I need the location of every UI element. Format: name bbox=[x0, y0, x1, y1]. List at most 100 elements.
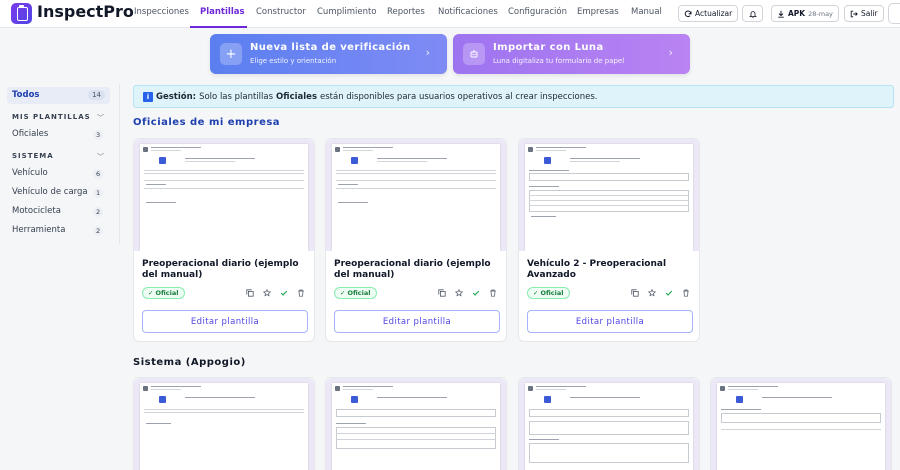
new-checklist-card[interactable]: + Nueva lista de verificación Elige esti… bbox=[210, 34, 447, 74]
copy-icon[interactable] bbox=[438, 289, 446, 297]
apk-download-button[interactable]: APK 28-may bbox=[771, 5, 839, 22]
template-card[interactable] bbox=[710, 377, 892, 470]
sidebar-item-count: 6 bbox=[93, 169, 104, 179]
nav-reportes[interactable]: Reportes bbox=[387, 7, 425, 17]
badge-label: Oficial bbox=[347, 289, 371, 297]
star-icon[interactable] bbox=[648, 289, 656, 297]
logout-icon bbox=[850, 10, 858, 17]
new-checklist-title: Nueva lista de verificación bbox=[250, 42, 411, 53]
chevron-right-icon: › bbox=[668, 46, 673, 59]
trash-icon[interactable] bbox=[297, 289, 305, 297]
sidebar-item-count: 14 bbox=[88, 90, 105, 100]
template-card[interactable]: Preoperacional diario (ejemplo del manua… bbox=[133, 138, 315, 342]
template-card[interactable] bbox=[518, 377, 700, 470]
trash-icon[interactable] bbox=[682, 289, 690, 297]
badge-label: Oficial bbox=[155, 289, 179, 297]
copy-icon[interactable] bbox=[631, 289, 639, 297]
refresh-label: Actualizar bbox=[695, 9, 733, 18]
edit-template-button[interactable]: Editar plantilla bbox=[334, 310, 500, 333]
template-card[interactable] bbox=[133, 377, 315, 470]
nav-configuracion[interactable]: Configuración bbox=[508, 7, 567, 17]
import-luna-title: Importar con Luna bbox=[493, 42, 604, 53]
check-icon: ✓ bbox=[533, 289, 539, 297]
sidebar-item-vehiculo[interactable]: Vehículo bbox=[12, 168, 48, 178]
badge-label: Oficial bbox=[540, 289, 564, 297]
trash-icon[interactable] bbox=[489, 289, 497, 297]
user-menu-button[interactable] bbox=[888, 3, 900, 24]
plus-icon: + bbox=[220, 43, 242, 65]
edit-template-button[interactable]: Editar plantilla bbox=[142, 310, 308, 333]
sidebar-item-count: 2 bbox=[93, 207, 104, 217]
import-luna-card[interactable]: Importar con Luna Luna digitaliza tu for… bbox=[453, 34, 690, 74]
template-thumbnail bbox=[711, 378, 891, 470]
new-checklist-subtitle: Elige estilo y orientación bbox=[250, 57, 337, 65]
status-badge: ✓ Oficial bbox=[527, 287, 570, 299]
chevron-right-icon: › bbox=[425, 46, 430, 59]
template-thumbnail bbox=[326, 378, 506, 470]
template-title: Vehículo 2 - Preoperacional Avanzado bbox=[527, 259, 667, 280]
chevron-down-icon[interactable]: ﹀ bbox=[97, 152, 104, 162]
nav-manual[interactable]: Manual bbox=[631, 7, 662, 17]
nav-constructor[interactable]: Constructor bbox=[256, 7, 306, 17]
status-badge: ✓ Oficial bbox=[334, 287, 377, 299]
check-icon[interactable] bbox=[665, 289, 673, 297]
logout-button[interactable]: Salir bbox=[844, 5, 884, 22]
sidebar-item-count: 2 bbox=[93, 226, 104, 236]
refresh-icon bbox=[684, 10, 692, 17]
nav-cumplimiento[interactable]: Cumplimiento bbox=[317, 7, 377, 17]
sidebar-item-label: Todos bbox=[12, 90, 40, 100]
sidebar-item-todos[interactable]: Todos 14 bbox=[7, 87, 110, 104]
star-icon[interactable] bbox=[263, 289, 271, 297]
apk-label: APK bbox=[788, 9, 806, 18]
notifications-button[interactable] bbox=[742, 5, 763, 22]
status-badge: ✓ Oficial bbox=[142, 287, 185, 299]
bell-icon bbox=[748, 10, 757, 18]
info-icon: i bbox=[143, 91, 153, 102]
app-name[interactable]: InspectPro bbox=[37, 2, 134, 21]
check-icon[interactable] bbox=[280, 289, 288, 297]
check-icon: ✓ bbox=[148, 289, 154, 297]
template-thumbnail bbox=[519, 139, 699, 251]
nav-plantillas[interactable]: Plantillas bbox=[200, 7, 245, 17]
banner-text-before: Solo las plantillas bbox=[199, 91, 274, 102]
sidebar-item-herramienta[interactable]: Herramienta bbox=[12, 225, 65, 235]
copy-icon[interactable] bbox=[246, 289, 254, 297]
refresh-button[interactable]: Actualizar bbox=[678, 5, 739, 22]
sidebar-section-sistema: SISTEMA bbox=[12, 152, 54, 160]
template-thumbnail bbox=[519, 378, 699, 470]
template-card[interactable]: Preoperacional diario (ejemplo del manua… bbox=[325, 138, 507, 342]
star-icon[interactable] bbox=[455, 289, 463, 297]
chevron-down-icon[interactable]: ﹀ bbox=[97, 113, 104, 123]
template-card[interactable]: Vehículo 2 - Preoperacional Avanzado ✓ O… bbox=[518, 138, 700, 342]
inspectpro-logo-icon[interactable] bbox=[11, 3, 32, 24]
info-banner: i Gestión: Solo las plantillas Oficiales… bbox=[133, 85, 894, 108]
edit-template-button[interactable]: Editar plantilla bbox=[527, 310, 693, 333]
template-title: Preoperacional diario (ejemplo del manua… bbox=[142, 259, 299, 280]
import-luna-subtitle: Luna digitaliza tu formulario de papel bbox=[493, 57, 625, 65]
sidebar-divider bbox=[119, 84, 120, 244]
card-actions bbox=[246, 289, 305, 297]
nav-empresas[interactable]: Empresas bbox=[577, 7, 619, 17]
sidebar-item-vehiculo-de-carga[interactable]: Vehículo de carga bbox=[12, 187, 88, 197]
sidebar-item-count: 3 bbox=[93, 130, 104, 140]
card-actions bbox=[438, 289, 497, 297]
template-card[interactable] bbox=[325, 377, 507, 470]
card-actions bbox=[631, 289, 690, 297]
template-title: Preoperacional diario (ejemplo del manua… bbox=[334, 259, 491, 280]
section-title-sistema: Sistema (Appogio) bbox=[133, 357, 246, 368]
sidebar-item-motocicleta[interactable]: Motocicleta bbox=[12, 206, 61, 216]
luna-icon bbox=[463, 43, 485, 65]
top-navigation-bar: InspectPro Inspecciones Plantillas Const… bbox=[0, 0, 900, 28]
sidebar-item-oficiales[interactable]: Oficiales bbox=[12, 129, 48, 139]
nav-notificaciones[interactable]: Notificaciones bbox=[438, 7, 498, 17]
banner-text-after: están disponibles para usuarios operativ… bbox=[320, 91, 598, 102]
section-title-oficiales: Oficiales de mi empresa bbox=[133, 117, 281, 128]
download-icon bbox=[778, 10, 784, 18]
nav-inspecciones[interactable]: Inspecciones bbox=[134, 7, 189, 17]
sidebar-item-count: 1 bbox=[93, 188, 104, 198]
template-thumbnail bbox=[134, 378, 314, 470]
check-icon: ✓ bbox=[340, 289, 346, 297]
active-tab-indicator bbox=[190, 26, 247, 28]
template-thumbnail bbox=[326, 139, 506, 251]
check-icon[interactable] bbox=[472, 289, 480, 297]
